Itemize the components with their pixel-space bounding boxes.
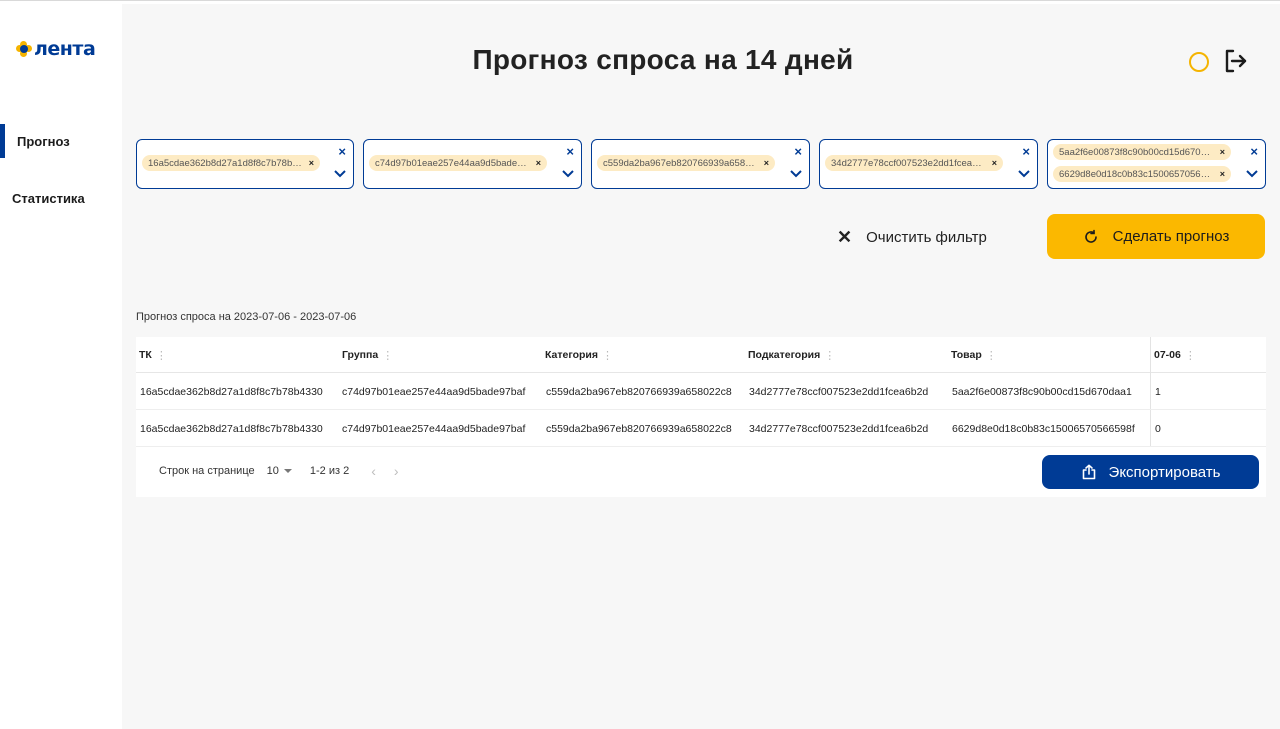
column-title: 07-06 [1154, 349, 1181, 361]
column-title: Товар [951, 349, 982, 361]
chip-remove-icon[interactable]: × [1220, 169, 1225, 179]
column-header-date[interactable]: 07-06 ⋮ [1151, 337, 1196, 373]
chip-label: 5aa2f6e00873f8c90b00cd15d670daa1 [1059, 146, 1214, 158]
make-forecast-button[interactable]: Сделать прогноз [1047, 214, 1265, 259]
sidebar-item-forecast[interactable]: Прогноз [0, 124, 122, 158]
previous-page-icon[interactable]: ‹ [371, 463, 376, 479]
logo-text: лента [34, 38, 96, 60]
rows-per-page-label: Строк на странице [159, 465, 255, 477]
make-forecast-label: Сделать прогноз [1112, 228, 1230, 245]
filter-category[interactable]: c559da2ba967eb820766939a658022c8 × × [591, 139, 810, 189]
chevron-down-icon[interactable] [1245, 168, 1259, 180]
cell-category: c559da2ba967eb820766939a658022c8 [546, 422, 732, 435]
refresh-icon [1084, 229, 1097, 243]
column-header-category[interactable]: Категория ⋮ [542, 337, 613, 373]
clear-selection-icon[interactable]: × [566, 145, 574, 159]
chip-label: 16a5cdae362b8d27a1d8f8c7b78b4330 [148, 157, 303, 169]
chip-label: c559da2ba967eb820766939a658022c8 [603, 157, 758, 169]
theme-toggle-icon[interactable] [1189, 52, 1209, 72]
clear-filter-label: Очистить фильтр [866, 228, 987, 246]
sunflower-logo-icon [16, 41, 32, 57]
next-page-icon[interactable]: › [394, 463, 399, 479]
clear-filter-button[interactable]: ✕ Очистить фильтр [837, 222, 987, 252]
filter-chip: 5aa2f6e00873f8c90b00cd15d670daa1 × [1053, 144, 1231, 160]
column-menu-icon[interactable]: ⋮ [156, 349, 167, 362]
cell-group: c74d97b01eae257e44aa9d5bade97baf [342, 385, 526, 398]
chip-label: 34d2777e78ccf007523e2dd1fcea6b2d [831, 157, 986, 169]
filter-chip: c559da2ba967eb820766939a658022c8 × [597, 155, 775, 171]
chip-remove-icon[interactable]: × [536, 158, 541, 168]
rows-per-page-value: 10 [266, 465, 279, 477]
column-menu-icon[interactable]: ⋮ [1185, 349, 1196, 362]
cell-forecast-value: 1 [1155, 385, 1161, 398]
chip-remove-icon[interactable]: × [309, 158, 314, 168]
filter-store[interactable]: 16a5cdae362b8d27a1d8f8c7b78b4330 × × [136, 139, 354, 189]
column-menu-icon[interactable]: ⋮ [382, 349, 393, 362]
filter-chip: 16a5cdae362b8d27a1d8f8c7b78b4330 × [142, 155, 320, 171]
cell-group: c74d97b01eae257e44aa9d5bade97baf [342, 422, 526, 435]
clear-selection-icon[interactable]: × [338, 145, 346, 159]
column-header-tk[interactable]: ТК ⋮ [136, 337, 167, 373]
sidebar-item-label: Статистика [12, 190, 85, 206]
caret-down-icon [283, 469, 292, 473]
page-title: Прогноз спроса на 14 дней [472, 44, 854, 75]
main-content: Прогноз спроса на 14 дней 16a5cdae362b8d… [122, 4, 1280, 729]
filter-chip: 34d2777e78ccf007523e2dd1fcea6b2d × [825, 155, 1003, 171]
page-range-text: 1-2 из 2 [309, 465, 350, 477]
sidebar-item-label: Прогноз [17, 133, 70, 149]
clear-selection-icon[interactable]: × [1250, 145, 1258, 159]
filter-group[interactable]: c74d97b01eae257e44aa9d5bade97baf × × [363, 139, 582, 189]
column-menu-icon[interactable]: ⋮ [602, 349, 613, 362]
sidebar: лента Прогноз Статистика [0, 4, 122, 729]
chevron-down-icon[interactable] [789, 168, 803, 180]
column-menu-icon[interactable]: ⋮ [986, 349, 997, 362]
chevron-down-icon[interactable] [561, 168, 575, 180]
column-header-product[interactable]: Товар ⋮ [948, 337, 997, 373]
cell-product: 6629d8e0d18c0b83c15006570566598f [952, 422, 1135, 435]
column-title: Группа [342, 349, 379, 361]
chevron-down-icon[interactable] [1017, 168, 1031, 180]
chip-remove-icon[interactable]: × [764, 158, 769, 168]
chip-remove-icon[interactable]: × [992, 158, 997, 168]
lenta-logo[interactable]: лента [16, 38, 96, 60]
filter-chip: 6629d8e0d18c0b83c15006570566598f × [1053, 166, 1231, 182]
cell-tk: 16a5cdae362b8d27a1d8f8c7b78b4330 [140, 385, 323, 398]
export-label: Экспортировать [1108, 463, 1221, 481]
close-icon: ✕ [837, 226, 853, 247]
cell-tk: 16a5cdae362b8d27a1d8f8c7b78b4330 [140, 422, 323, 435]
chip-remove-icon[interactable]: × [1220, 147, 1225, 157]
pagination: Строк на странице 10 1-2 из 2 ‹ › [136, 457, 399, 485]
column-header-group[interactable]: Группа ⋮ [339, 337, 393, 373]
share-export-icon [1082, 464, 1095, 480]
cell-category: c559da2ba967eb820766939a658022c8 [546, 385, 732, 398]
cell-product: 5aa2f6e00873f8c90b00cd15d670daa1 [952, 385, 1132, 398]
rows-per-page-select[interactable]: 10 [267, 465, 292, 477]
clear-selection-icon[interactable]: × [794, 145, 802, 159]
table-row[interactable]: 16a5cdae362b8d27a1d8f8c7b78b4330 c74d97b… [136, 410, 1266, 447]
table-header: ТК ⋮ Группа ⋮ Категория ⋮ Подкатегория ⋮ Тов… [136, 337, 1266, 373]
export-button[interactable]: Экспортировать [1042, 455, 1259, 489]
chevron-down-icon[interactable] [333, 168, 347, 180]
chip-label: c74d97b01eae257e44aa9d5bade97baf [375, 157, 530, 169]
logout-icon[interactable] [1222, 48, 1248, 74]
column-title: Категория [545, 349, 599, 361]
column-header-subcategory[interactable]: Подкатегория ⋮ [745, 337, 835, 373]
cell-forecast-value: 0 [1155, 422, 1161, 435]
sidebar-item-statistics[interactable]: Статистика [0, 181, 122, 215]
cell-subcategory: 34d2777e78ccf007523e2dd1fcea6b2d [749, 422, 929, 435]
filter-product[interactable]: 5aa2f6e00873f8c90b00cd15d670daa1 × 6629d… [1047, 139, 1266, 189]
column-title: Подкатегория [748, 349, 821, 361]
cell-subcategory: 34d2777e78ccf007523e2dd1fcea6b2d [749, 385, 929, 398]
forecast-period-text: Прогноз спроса на 2023-07-06 - 2023-07-0… [136, 311, 357, 323]
filter-chip: c74d97b01eae257e44aa9d5bade97baf × [369, 155, 547, 171]
forecast-table: ТК ⋮ Группа ⋮ Категория ⋮ Подкатегория ⋮ Тов… [136, 337, 1266, 497]
filter-bar: 16a5cdae362b8d27a1d8f8c7b78b4330 × × c74… [136, 139, 1266, 189]
clear-selection-icon[interactable]: × [1022, 145, 1030, 159]
chip-label: 6629d8e0d18c0b83c15006570566598f [1059, 168, 1214, 180]
filter-subcategory[interactable]: 34d2777e78ccf007523e2dd1fcea6b2d × × [819, 139, 1038, 189]
table-row[interactable]: 16a5cdae362b8d27a1d8f8c7b78b4330 c74d97b… [136, 373, 1266, 410]
column-title: ТК [139, 349, 152, 361]
column-menu-icon[interactable]: ⋮ [824, 349, 835, 362]
